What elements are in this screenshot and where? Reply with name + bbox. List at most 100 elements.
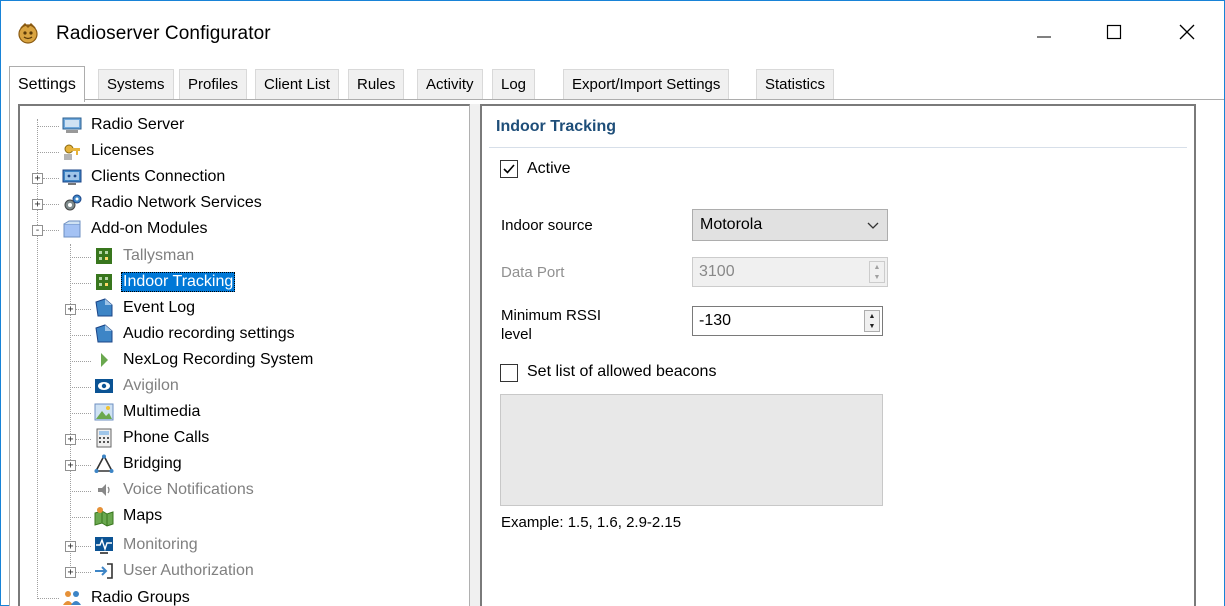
indoor-source-label: Indoor source	[501, 217, 593, 234]
stepper-down-icon[interactable]: ▼	[865, 321, 879, 331]
tab-rules[interactable]: Rules	[348, 69, 405, 99]
add-on-modules-icon	[63, 220, 81, 238]
indoor-tracking-icon	[96, 274, 112, 290]
tree-item-radio-network-services[interactable]: Radio Network Services	[61, 190, 264, 216]
tab-statistics[interactable]: Statistics	[756, 69, 835, 99]
maps-icon	[94, 507, 114, 527]
tree-item-event-log[interactable]: Event Log	[93, 295, 197, 321]
tab-activity[interactable]: Activity	[417, 69, 483, 99]
tab-export-import-settings[interactable]: Export/Import Settings	[563, 69, 730, 99]
allowed-beacons-textbox[interactable]	[500, 394, 883, 506]
tree-item-multimedia[interactable]: Multimedia	[93, 399, 202, 425]
minimize-button[interactable]	[1016, 1, 1072, 63]
tree-item-bridging[interactable]: Bridging	[93, 451, 184, 477]
min-rssi-stepper[interactable]: ▲ ▼	[864, 310, 880, 332]
tree-item-licenses[interactable]: Licenses	[61, 138, 156, 164]
app-window: Radioserver Configurator Settings System…	[0, 0, 1225, 606]
tree-item-label: Multimedia	[123, 403, 201, 420]
indoor-source-select[interactable]: Motorola	[692, 209, 888, 241]
stepper-down-icon[interactable]: ▼	[870, 272, 884, 282]
tab-client-list[interactable]: Client List	[255, 69, 339, 99]
active-checkbox[interactable]	[500, 160, 518, 178]
min-rssi-value: -130	[699, 312, 732, 329]
title-bar: Radioserver Configurator	[1, 1, 1224, 63]
tree-item-radio-groups[interactable]: Radio Groups	[61, 585, 192, 606]
tree-item-label: Radio Network Services	[91, 194, 262, 211]
expand-monitoring[interactable]: +	[65, 541, 76, 552]
tree-item-radio-server[interactable]: Radio Server	[61, 112, 186, 138]
tree-item-label: Indoor Tracking	[121, 272, 236, 292]
close-icon	[1179, 24, 1195, 40]
tree-item-label: Bridging	[123, 455, 182, 472]
tree-item-label: Maps	[123, 507, 163, 524]
min-rssi-label: Minimum RSSI level	[501, 307, 602, 343]
user-authorization-icon	[95, 563, 113, 579]
panel-title: Indoor Tracking	[496, 118, 617, 135]
stepper-up-icon[interactable]: ▲	[865, 311, 879, 321]
tree-item-label: Event Log	[123, 299, 196, 316]
monitoring-icon	[95, 537, 113, 554]
tree-item-audio-recording-settings[interactable]: Audio recording settings	[93, 321, 297, 347]
maximize-button[interactable]	[1086, 1, 1142, 63]
clients-connection-icon	[62, 169, 82, 185]
expand-user-authorization[interactable]: +	[65, 567, 76, 578]
voice-notifications-icon	[98, 484, 110, 496]
tree-item-label: Phone Calls	[123, 429, 210, 446]
tree-item-label: Audio recording settings	[123, 325, 295, 342]
phone-calls-icon	[96, 428, 112, 448]
expand-event-log[interactable]: +	[65, 304, 76, 315]
maximize-icon	[1106, 24, 1122, 40]
audio-recording-icon	[95, 324, 113, 343]
tree-item-monitoring[interactable]: Monitoring	[93, 532, 200, 558]
data-port-stepper[interactable]: ▲ ▼	[869, 261, 885, 283]
bridging-icon	[94, 454, 114, 473]
indoor-source-value: Motorola	[700, 216, 763, 233]
close-button[interactable]	[1159, 1, 1215, 63]
tree-item-voice-notifications[interactable]: Voice Notifications	[93, 477, 256, 503]
tree-item-label: Radio Server	[91, 116, 185, 133]
checkmark-icon	[503, 164, 515, 174]
expand-radio-network-services[interactable]: +	[32, 199, 43, 210]
tree-item-label: Add-on Modules	[91, 220, 208, 237]
tree-item-label: Monitoring	[123, 536, 198, 553]
tab-settings[interactable]: Settings	[9, 66, 85, 102]
tab-systems[interactable]: Systems	[98, 69, 174, 99]
allowed-beacons-checkbox[interactable]	[500, 364, 518, 382]
tab-log[interactable]: Log	[492, 69, 536, 99]
tree-item-indoor-tracking[interactable]: Indoor Tracking	[93, 269, 236, 295]
tree-item-label: Radio Groups	[91, 589, 190, 606]
chevron-down-icon	[867, 222, 879, 229]
tree-item-tallysman[interactable]: Tallysman	[93, 243, 196, 269]
collapse-add-on-modules[interactable]: -	[32, 225, 43, 236]
panel-splitter[interactable]	[470, 104, 480, 606]
tree-item-label: Tallysman	[123, 247, 195, 264]
tree-item-add-on-modules[interactable]: Add-on Modules	[61, 216, 210, 242]
tree-item-user-authorization[interactable]: User Authorization	[93, 558, 256, 584]
min-rssi-input[interactable]: -130 ▲ ▼	[692, 306, 883, 336]
tree-item-label: NexLog Recording System	[123, 351, 314, 368]
multimedia-icon	[94, 403, 114, 421]
tree-item-label: Licenses	[91, 142, 155, 159]
stepper-up-icon[interactable]: ▲	[870, 262, 884, 272]
beacons-example-hint: Example: 1.5, 1.6, 2.9-2.15	[501, 514, 682, 531]
tab-profiles[interactable]: Profiles	[179, 69, 248, 99]
tree-item-phone-calls[interactable]: Phone Calls	[93, 425, 211, 451]
tree-item-avigilon[interactable]: Avigilon	[93, 373, 181, 399]
expand-clients-connection[interactable]: +	[32, 173, 43, 184]
expand-bridging[interactable]: +	[65, 460, 76, 471]
allowed-beacons-label[interactable]: Set list of allowed beacons	[527, 363, 716, 381]
radio-server-icon	[62, 117, 82, 133]
radio-network-services-icon	[64, 194, 82, 211]
data-port-input[interactable]: 3100 ▲ ▼	[692, 257, 888, 287]
tree-item-maps[interactable]: Maps	[93, 503, 164, 529]
tree-item-clients-connection[interactable]: Clients Connection	[61, 164, 227, 190]
data-port-label: Data Port	[501, 264, 565, 281]
tree-item-nexlog-recording-system[interactable]: NexLog Recording System	[93, 347, 315, 373]
expand-phone-calls[interactable]: +	[65, 434, 76, 445]
window-title: Radioserver Configurator	[56, 23, 271, 44]
tree-item-label: User Authorization	[123, 562, 254, 579]
tree-item-label: Clients Connection	[91, 168, 226, 185]
active-label[interactable]: Active	[527, 160, 571, 178]
panel-title-divider	[489, 147, 1187, 148]
minimize-icon	[1037, 36, 1051, 38]
